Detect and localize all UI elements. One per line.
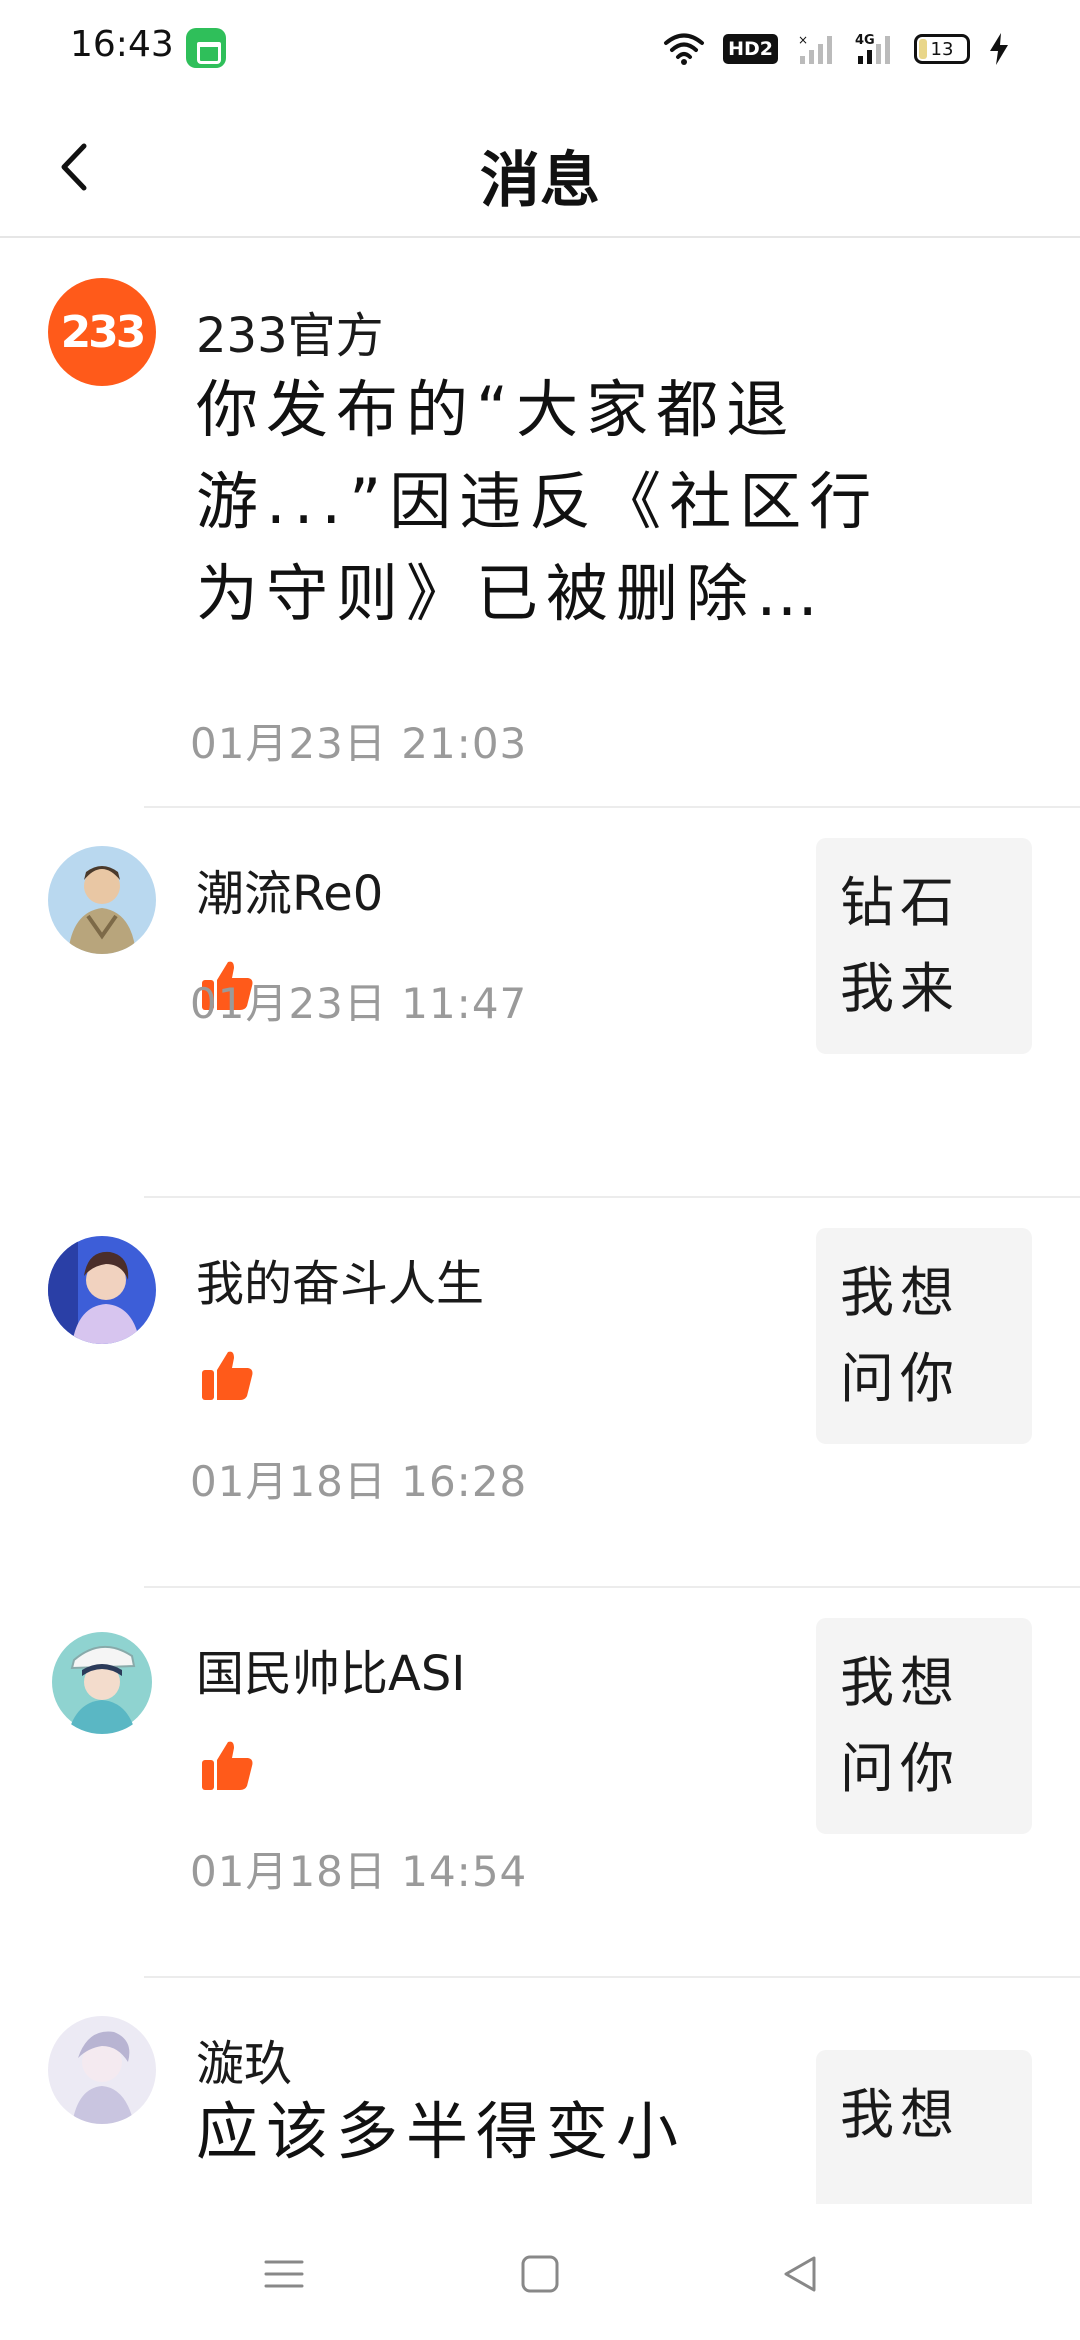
avatar[interactable] bbox=[48, 846, 156, 954]
quoted-post[interactable]: 我想问你 bbox=[816, 1228, 1032, 1444]
timestamp: 01月23日 11:47 bbox=[190, 979, 528, 1028]
menu-icon[interactable] bbox=[254, 2244, 314, 2304]
back-triangle-icon[interactable] bbox=[770, 2244, 830, 2304]
navigation-bar bbox=[0, 2206, 1080, 2340]
wifi-icon bbox=[664, 33, 705, 65]
status-time: 16:43 bbox=[70, 24, 174, 65]
quoted-post[interactable]: 我想问你 bbox=[816, 1618, 1032, 1834]
sender-name: 漩玖 bbox=[196, 2036, 293, 2092]
signal-4g-icon: 4G bbox=[855, 33, 890, 64]
charging-icon bbox=[990, 33, 1008, 65]
quoted-post[interactable]: 我想 bbox=[816, 2050, 1032, 2204]
hd-badge: HD2 bbox=[723, 34, 778, 64]
battery-level: 13 bbox=[930, 38, 954, 60]
avatar[interactable]: 233 bbox=[48, 278, 156, 386]
home-icon[interactable] bbox=[510, 2244, 570, 2304]
thumbs-up-icon bbox=[202, 1741, 253, 1790]
timestamp: 01月18日 16:28 bbox=[190, 1457, 528, 1506]
svg-text:4G: 4G bbox=[855, 33, 875, 48]
message-list: 233 233官方 你发布的“大家都退游...”因违反《社区行为守则》已被删除…… bbox=[0, 240, 1080, 2204]
list-item[interactable]: 潮流Re0 01月23日 11:47 钻石我来 bbox=[0, 808, 1080, 1198]
sender-name: 国民帅比ASI bbox=[196, 1646, 466, 1702]
timestamp: 01月18日 14:54 bbox=[190, 1847, 528, 1896]
timestamp: 01月23日 21:03 bbox=[190, 719, 528, 768]
sender-name: 我的奋斗人生 bbox=[196, 1256, 485, 1312]
page-title: 消息 bbox=[480, 146, 600, 216]
message-body: 应该多半得变小 bbox=[196, 2095, 687, 2168]
app-store-icon bbox=[186, 28, 226, 68]
list-item[interactable]: 我的奋斗人生 01月18日 16:28 我想问你 bbox=[0, 1198, 1080, 1588]
signal-icon: × bbox=[798, 33, 832, 64]
battery-icon: 13 bbox=[914, 34, 970, 64]
list-item[interactable]: 国民帅比ASI 01月18日 14:54 我想问你 bbox=[0, 1588, 1080, 1978]
header: 消息 bbox=[0, 96, 1080, 238]
sender-name: 潮流Re0 bbox=[196, 866, 384, 922]
message-body: 你发布的“大家都退游...”因违反《社区行为守则》已被删除… bbox=[196, 373, 880, 630]
thumbs-up-icon bbox=[202, 1351, 253, 1400]
avatar[interactable] bbox=[48, 2016, 156, 2124]
quoted-post[interactable]: 钻石我来 bbox=[816, 838, 1032, 1054]
list-item[interactable]: 漩玖 应该多半得变小 我想 bbox=[0, 1978, 1080, 2204]
status-bar: 16:43 HD2 × 4G 13 bbox=[0, 0, 1080, 96]
avatar[interactable] bbox=[48, 1236, 156, 1344]
status-icons: HD2 × 4G 13 bbox=[663, 28, 1010, 70]
svg-text:×: × bbox=[798, 33, 808, 47]
list-item[interactable]: 233 233官方 你发布的“大家都退游...”因违反《社区行为守则》已被删除…… bbox=[0, 240, 1080, 808]
avatar[interactable] bbox=[48, 1626, 156, 1734]
sender-name: 233官方 bbox=[196, 308, 384, 364]
